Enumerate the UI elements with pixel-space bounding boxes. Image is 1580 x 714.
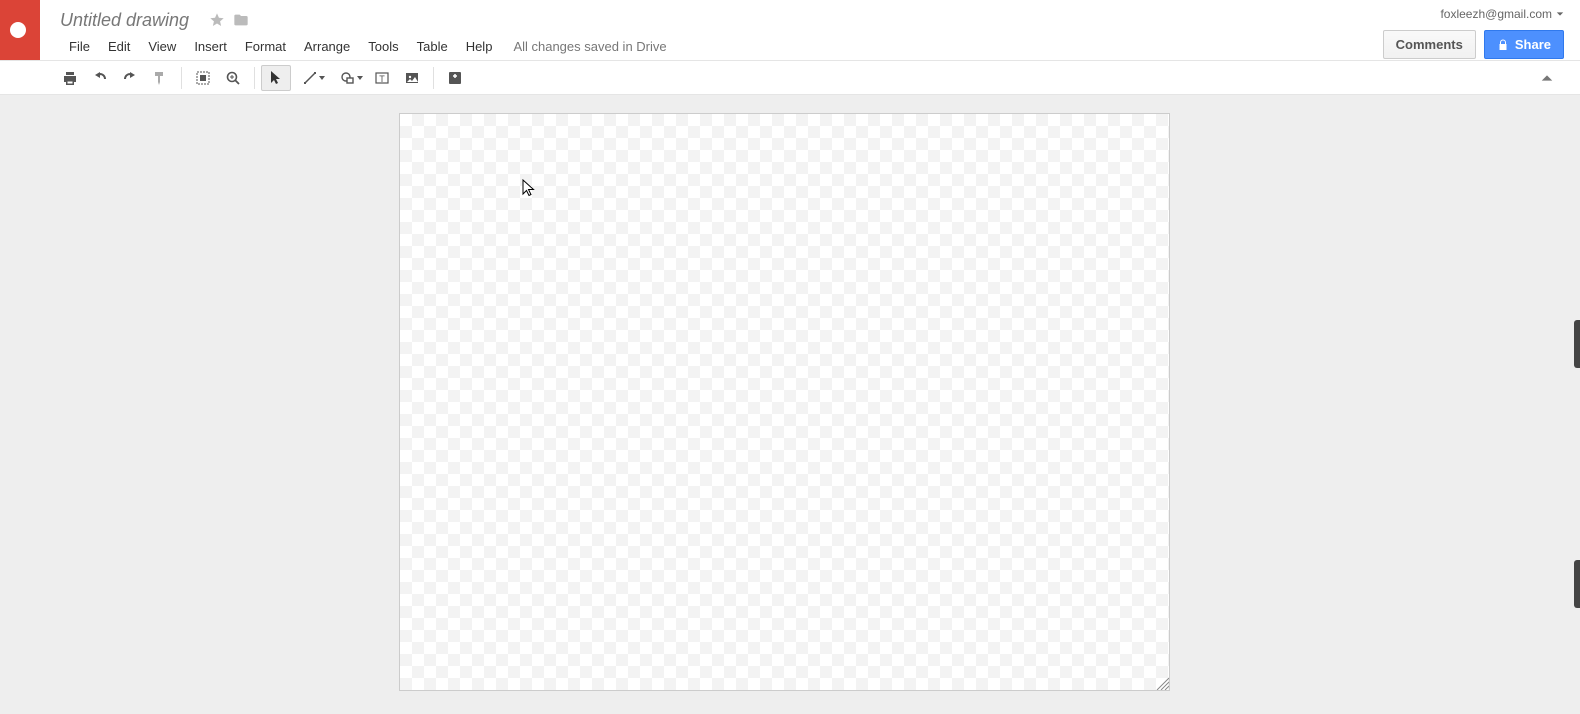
toolbar-separator [433, 67, 434, 89]
cursor-icon [268, 70, 284, 86]
chevron-up-icon [1540, 71, 1554, 85]
work-area [0, 95, 1580, 714]
folder-icon[interactable] [233, 12, 249, 28]
zoom-icon [225, 70, 241, 86]
app-logo[interactable] [0, 0, 40, 60]
menu-insert[interactable]: Insert [185, 35, 236, 58]
toolbar-separator [254, 67, 255, 89]
fit-icon [195, 70, 211, 86]
toolbar-separator [181, 67, 182, 89]
zoom-fit-button[interactable] [188, 65, 218, 91]
comment-icon [447, 70, 463, 86]
side-panel-tab-top[interactable] [1574, 320, 1580, 368]
textbox-tool[interactable] [367, 65, 397, 91]
textbox-icon [374, 70, 390, 86]
lock-icon [1497, 39, 1509, 51]
print-icon [62, 70, 78, 86]
paint-format-button[interactable] [145, 65, 175, 91]
collapse-toolbar-button[interactable] [1534, 65, 1560, 91]
line-tool[interactable] [291, 65, 329, 91]
menu-table[interactable]: Table [408, 35, 457, 58]
chevron-down-icon [1556, 10, 1564, 18]
menu-file[interactable]: File [60, 35, 99, 58]
zoom-button[interactable] [218, 65, 248, 91]
comments-button[interactable]: Comments [1383, 30, 1476, 59]
select-tool[interactable] [261, 65, 291, 91]
image-tool[interactable] [397, 65, 427, 91]
undo-button[interactable] [85, 65, 115, 91]
shape-tool[interactable] [329, 65, 367, 91]
document-title[interactable]: Untitled drawing [60, 10, 189, 31]
menu-tools[interactable]: Tools [359, 35, 407, 58]
save-status: All changes saved in Drive [513, 39, 666, 54]
account-email: foxleezh@gmail.com [1440, 7, 1552, 21]
print-button[interactable] [55, 65, 85, 91]
redo-button[interactable] [115, 65, 145, 91]
redo-icon [122, 70, 138, 86]
menu-bar: FileEditViewInsertFormatArrangeToolsTabl… [60, 32, 1580, 60]
canvas-resize-handle[interactable] [1155, 676, 1169, 690]
shape-icon [340, 70, 356, 86]
image-icon [404, 70, 420, 86]
account-menu[interactable]: foxleezh@gmail.com [1440, 4, 1564, 24]
star-icon[interactable] [209, 12, 225, 28]
insert-comment-button[interactable] [440, 65, 470, 91]
paint-icon [152, 70, 168, 86]
menu-help[interactable]: Help [457, 35, 502, 58]
menu-arrange[interactable]: Arrange [295, 35, 359, 58]
undo-icon [92, 70, 108, 86]
side-panel-tab-bottom[interactable] [1574, 560, 1580, 608]
share-button[interactable]: Share [1484, 30, 1564, 59]
menu-format[interactable]: Format [236, 35, 295, 58]
share-label: Share [1515, 37, 1551, 52]
drawing-canvas[interactable] [399, 113, 1170, 691]
menu-view[interactable]: View [139, 35, 185, 58]
menu-edit[interactable]: Edit [99, 35, 139, 58]
line-icon [302, 70, 318, 86]
